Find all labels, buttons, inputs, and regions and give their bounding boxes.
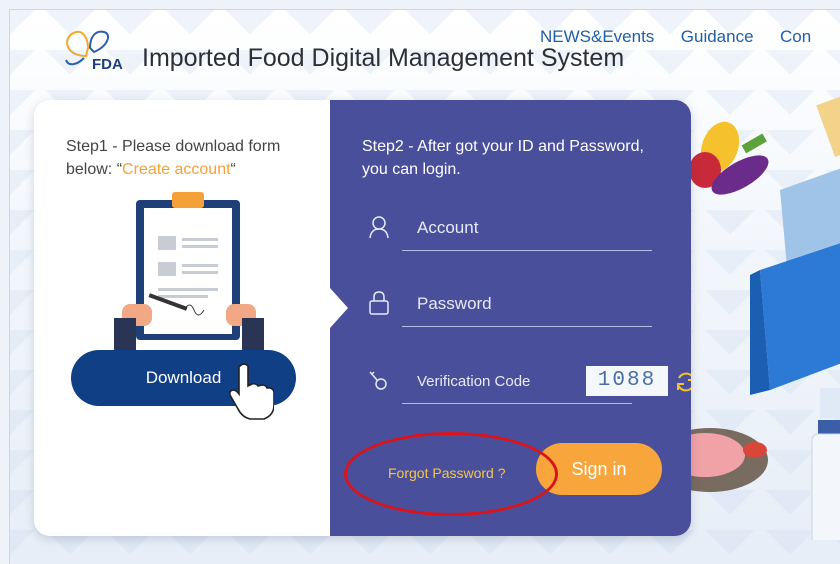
step1-quote-end: “ xyxy=(230,161,236,178)
logo-text: FDA xyxy=(92,56,123,72)
password-input[interactable]: Password xyxy=(417,294,492,314)
highlight-annotation-oval xyxy=(344,432,558,516)
create-account-link[interactable]: Create account xyxy=(122,161,231,178)
fda-butterfly-logo-icon[interactable]: FDA xyxy=(54,26,134,72)
site-title: Imported Food Digital Management System xyxy=(142,44,625,72)
site-header: FDA Imported Food Digital Management Sys… xyxy=(10,10,840,90)
account-input[interactable]: Account xyxy=(417,218,478,238)
account-underline xyxy=(402,250,652,251)
step1-text: Step1 - Please download form below: “Cre… xyxy=(66,135,316,181)
top-nav: NEWS&Events Guidance Con xyxy=(540,27,833,47)
nav-guidance[interactable]: Guidance xyxy=(681,27,754,47)
password-underline xyxy=(402,326,652,327)
password-field[interactable]: Password xyxy=(362,281,652,327)
page-frame: FDA Imported Food Digital Management Sys… xyxy=(9,9,840,564)
clipboard-icon xyxy=(114,192,264,355)
login-card: Step1 - Please download form below: “Cre… xyxy=(34,100,691,536)
step2-text: Step2 - After got your ID and Password, … xyxy=(362,138,644,178)
user-icon xyxy=(369,216,389,239)
step1-panel: Step1 - Please download form below: “Cre… xyxy=(34,100,330,536)
nav-news-events[interactable]: NEWS&Events xyxy=(540,27,654,47)
refresh-icon[interactable] xyxy=(674,370,691,394)
step2-panel: Step2 - After got your ID and Password, … xyxy=(330,100,691,536)
account-field[interactable]: Account xyxy=(362,205,652,251)
lock-icon xyxy=(369,291,389,315)
store-counter-illustration xyxy=(750,168,840,418)
key-icon xyxy=(369,371,387,390)
nav-contact[interactable]: Con xyxy=(780,27,811,47)
captcha-image: 1088 xyxy=(586,366,668,396)
milk-bottle-illustration xyxy=(811,420,840,540)
verification-field[interactable]: Verification Code 1088 xyxy=(362,358,691,404)
verification-underline xyxy=(402,403,632,404)
verification-input[interactable]: Verification Code xyxy=(417,373,530,390)
panel-notch xyxy=(330,288,348,328)
pointer-hand-icon xyxy=(229,363,274,420)
